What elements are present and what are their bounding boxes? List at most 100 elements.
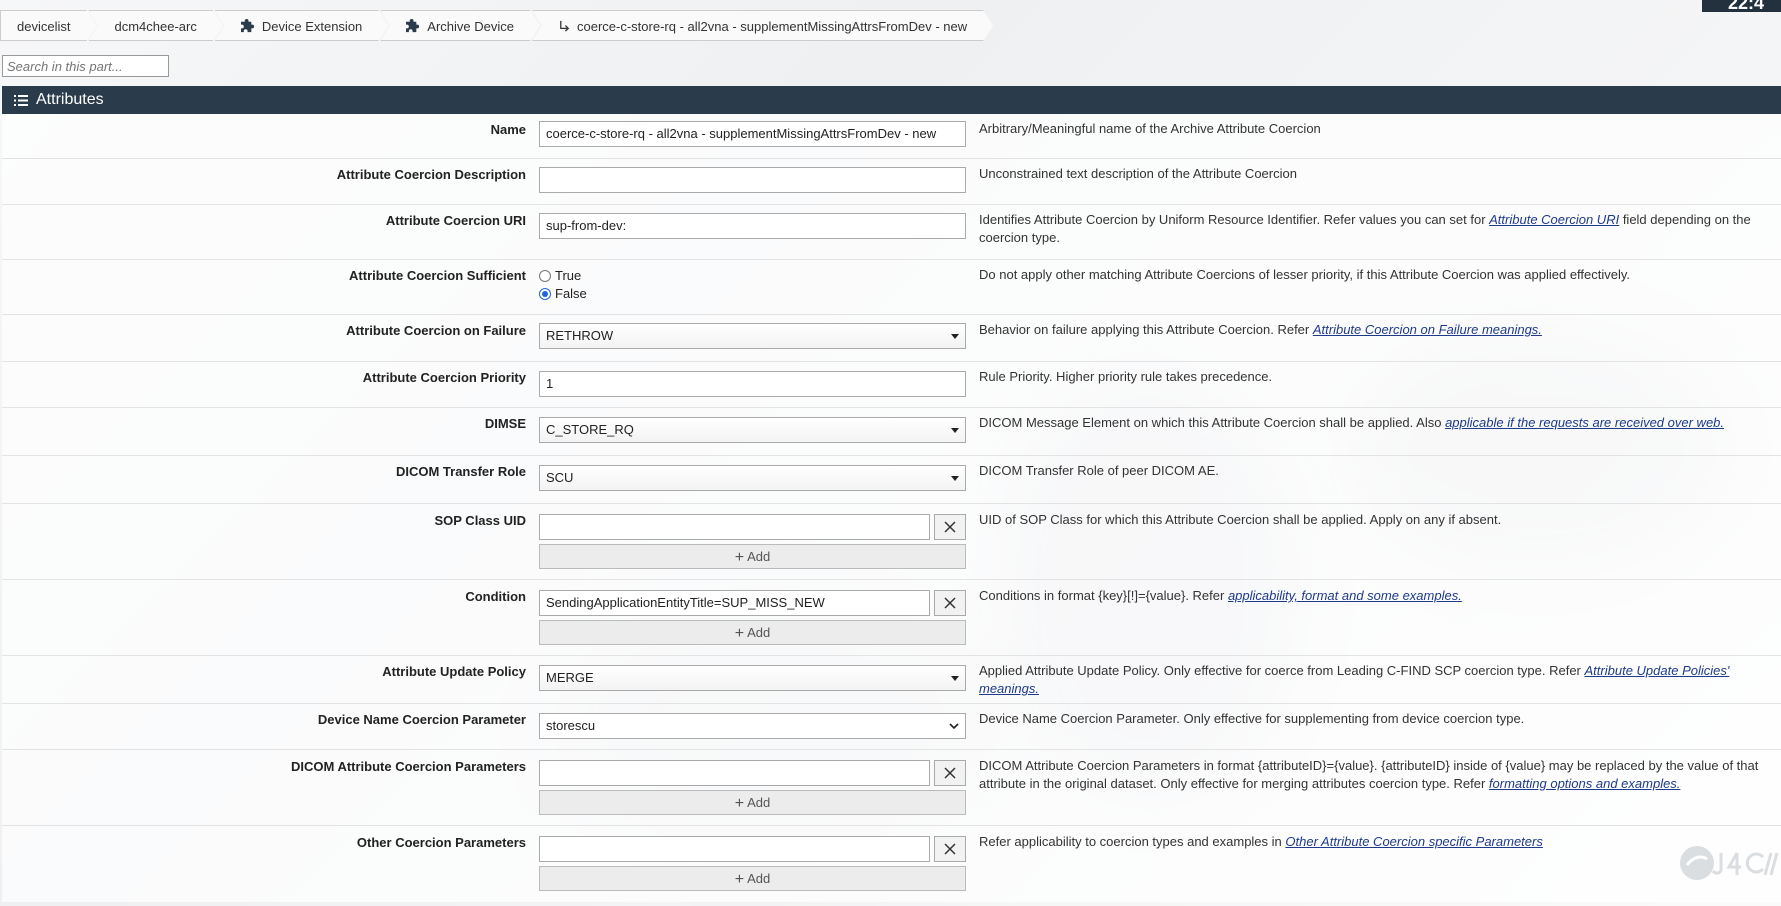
field-description: Do not apply other matching Attribute Co…: [979, 267, 1631, 282]
row-transfer-role: DICOM Transfer Role SCU DICOM Transfer R…: [2, 456, 1781, 504]
row-update-policy: Attribute Update Policy MERGE Applied At…: [2, 656, 1781, 704]
row-uri: Attribute Coercion URI sup-from-dev: Ide…: [2, 205, 1781, 260]
field-description: Behavior on failure applying this Attrib…: [979, 322, 1542, 337]
add-button[interactable]: + Add: [539, 544, 966, 569]
puzzle-icon: [406, 13, 421, 44]
row-dimse: DIMSE C_STORE_RQ DICOM Message Element o…: [2, 408, 1781, 456]
j4care-logo: [1680, 846, 1779, 880]
breadcrumb-current[interactable]: coerce-c-store-rq - all2vna - supplement…: [532, 10, 993, 41]
field-description: Refer applicability to coercion types an…: [979, 834, 1543, 849]
field-label: Attribute Coercion URI: [385, 213, 526, 228]
field-description: Conditions in format {key}[!]={value}. R…: [979, 588, 1462, 603]
search-input[interactable]: [2, 55, 169, 77]
row-sop-class: SOP Class UID + Add UID of SOP Class for …: [2, 504, 1781, 580]
name-input[interactable]: coerce-c-store-rq - all2vna - supplement…: [539, 121, 966, 147]
uri-help-link[interactable]: Attribute Coercion URI: [1489, 212, 1619, 227]
add-button[interactable]: + Add: [539, 620, 966, 645]
field-description: DICOM Transfer Role of peer DICOM AE.: [979, 463, 1219, 478]
chevron-down-icon: [951, 676, 959, 681]
field-description: Arbitrary/Meaningful name of the Archive…: [979, 121, 1321, 136]
field-label: SOP Class UID: [434, 513, 526, 528]
close-icon: [944, 521, 956, 533]
dicom-params-help-link[interactable]: formatting options and examples.: [1489, 776, 1681, 791]
uri-input[interactable]: sup-from-dev:: [539, 213, 966, 239]
chevron-down-icon: [949, 723, 959, 730]
plus-icon: +: [734, 549, 745, 566]
field-description: Unconstrained text description of the At…: [979, 166, 1297, 181]
dimse-select[interactable]: C_STORE_RQ: [539, 417, 966, 443]
chevron-down-icon: [951, 334, 959, 339]
puzzle-icon: [241, 13, 256, 44]
field-label: Attribute Coercion Sufficient: [349, 268, 526, 283]
device-name-select[interactable]: storescu: [539, 713, 966, 739]
condition-input[interactable]: SendingApplicationEntityTitle=SUP_MISS_N…: [539, 590, 930, 616]
field-label: Device Name Coercion Parameter: [317, 712, 526, 727]
on-failure-help-link[interactable]: Attribute Coercion on Failure meanings.: [1313, 322, 1542, 337]
plus-icon: +: [734, 871, 745, 888]
close-icon: [944, 597, 956, 609]
breadcrumb-dcm4chee-arc[interactable]: dcm4chee-arc: [88, 10, 222, 41]
row-condition: Condition SendingApplicationEntityTitle=…: [2, 580, 1781, 656]
plus-icon: +: [734, 795, 745, 812]
row-description: Attribute Coercion Description Unconstra…: [2, 159, 1781, 205]
other-params-help-link[interactable]: Other Attribute Coercion specific Parame…: [1285, 834, 1542, 849]
close-icon: [944, 843, 956, 855]
field-description: Identifies Attribute Coercion by Uniform…: [979, 212, 1751, 245]
update-policy-select[interactable]: MERGE: [539, 665, 966, 691]
field-label: DIMSE: [484, 416, 526, 431]
field-label: Attribute Coercion Description: [336, 167, 526, 182]
field-description: Rule Priority. Higher priority rule take…: [979, 369, 1273, 384]
remove-button[interactable]: [934, 590, 966, 616]
chevron-down-icon: [951, 428, 959, 433]
field-label: Attribute Update Policy: [382, 664, 526, 679]
description-input[interactable]: [539, 167, 966, 193]
section-title: Attributes: [36, 91, 104, 108]
radio-false[interactable]: False: [539, 286, 587, 301]
row-name: Name coerce-c-store-rq - all2vna - suppl…: [2, 114, 1781, 159]
on-failure-select[interactable]: RETHROW: [539, 323, 966, 349]
remove-button[interactable]: [934, 514, 966, 540]
field-description: Device Name Coercion Parameter. Only eff…: [979, 711, 1525, 726]
other-params-input[interactable]: [539, 836, 930, 862]
field-label: Condition: [465, 589, 526, 604]
close-icon: [944, 767, 956, 779]
row-dicom-params: DICOM Attribute Coercion Parameters + Add…: [2, 750, 1781, 826]
list-icon: [14, 95, 28, 106]
attributes-header[interactable]: Attributes: [2, 86, 1781, 114]
add-button[interactable]: + Add: [539, 790, 966, 815]
field-label: Name: [490, 122, 526, 137]
field-description: UID of SOP Class for which this Attribut…: [979, 512, 1502, 527]
radio-button[interactable]: [539, 269, 551, 282]
breadcrumb: devicelist dcm4chee-arc Device Extension…: [0, 10, 993, 43]
sop-class-input[interactable]: [539, 514, 930, 540]
field-label: Other Coercion Parameters: [356, 835, 526, 850]
row-device-name: Device Name Coercion Parameter storescu …: [2, 704, 1781, 750]
field-label: Attribute Coercion on Failure: [346, 323, 526, 338]
transfer-role-select[interactable]: SCU: [539, 465, 966, 491]
child-arrow-icon: [558, 13, 571, 44]
row-sufficient: Attribute Coercion Sufficient True False…: [2, 260, 1781, 315]
chevron-down-icon: [951, 476, 959, 481]
clock: 22:4: [1702, 0, 1781, 12]
condition-help-link[interactable]: applicability, format and some examples.: [1228, 588, 1462, 603]
breadcrumb-device-extension[interactable]: Device Extension: [215, 10, 388, 41]
dicom-params-input[interactable]: [539, 760, 930, 786]
priority-input[interactable]: 1: [539, 371, 966, 397]
dimse-help-link[interactable]: applicable if the requests are received …: [1445, 415, 1724, 430]
field-label: Attribute Coercion Priority: [362, 370, 526, 385]
breadcrumb-devicelist[interactable]: devicelist: [0, 10, 96, 41]
field-description: DICOM Message Element on which this Attr…: [979, 415, 1725, 430]
breadcrumb-archive-device[interactable]: Archive Device: [380, 10, 540, 41]
field-label: DICOM Attribute Coercion Parameters: [290, 759, 526, 774]
radio-true[interactable]: True: [539, 268, 581, 283]
add-button[interactable]: + Add: [539, 866, 966, 891]
remove-button[interactable]: [934, 760, 966, 786]
plus-icon: +: [734, 625, 745, 642]
field-description: Applied Attribute Update Policy. Only ef…: [979, 663, 1730, 696]
row-priority: Attribute Coercion Priority 1 Rule Prior…: [2, 362, 1781, 408]
row-other-params: Other Coercion Parameters + Add Refer app…: [2, 826, 1781, 902]
field-description: DICOM Attribute Coercion Parameters in f…: [979, 758, 1759, 791]
field-label: DICOM Transfer Role: [395, 464, 526, 479]
remove-button[interactable]: [934, 836, 966, 862]
radio-button-selected[interactable]: [539, 287, 551, 300]
